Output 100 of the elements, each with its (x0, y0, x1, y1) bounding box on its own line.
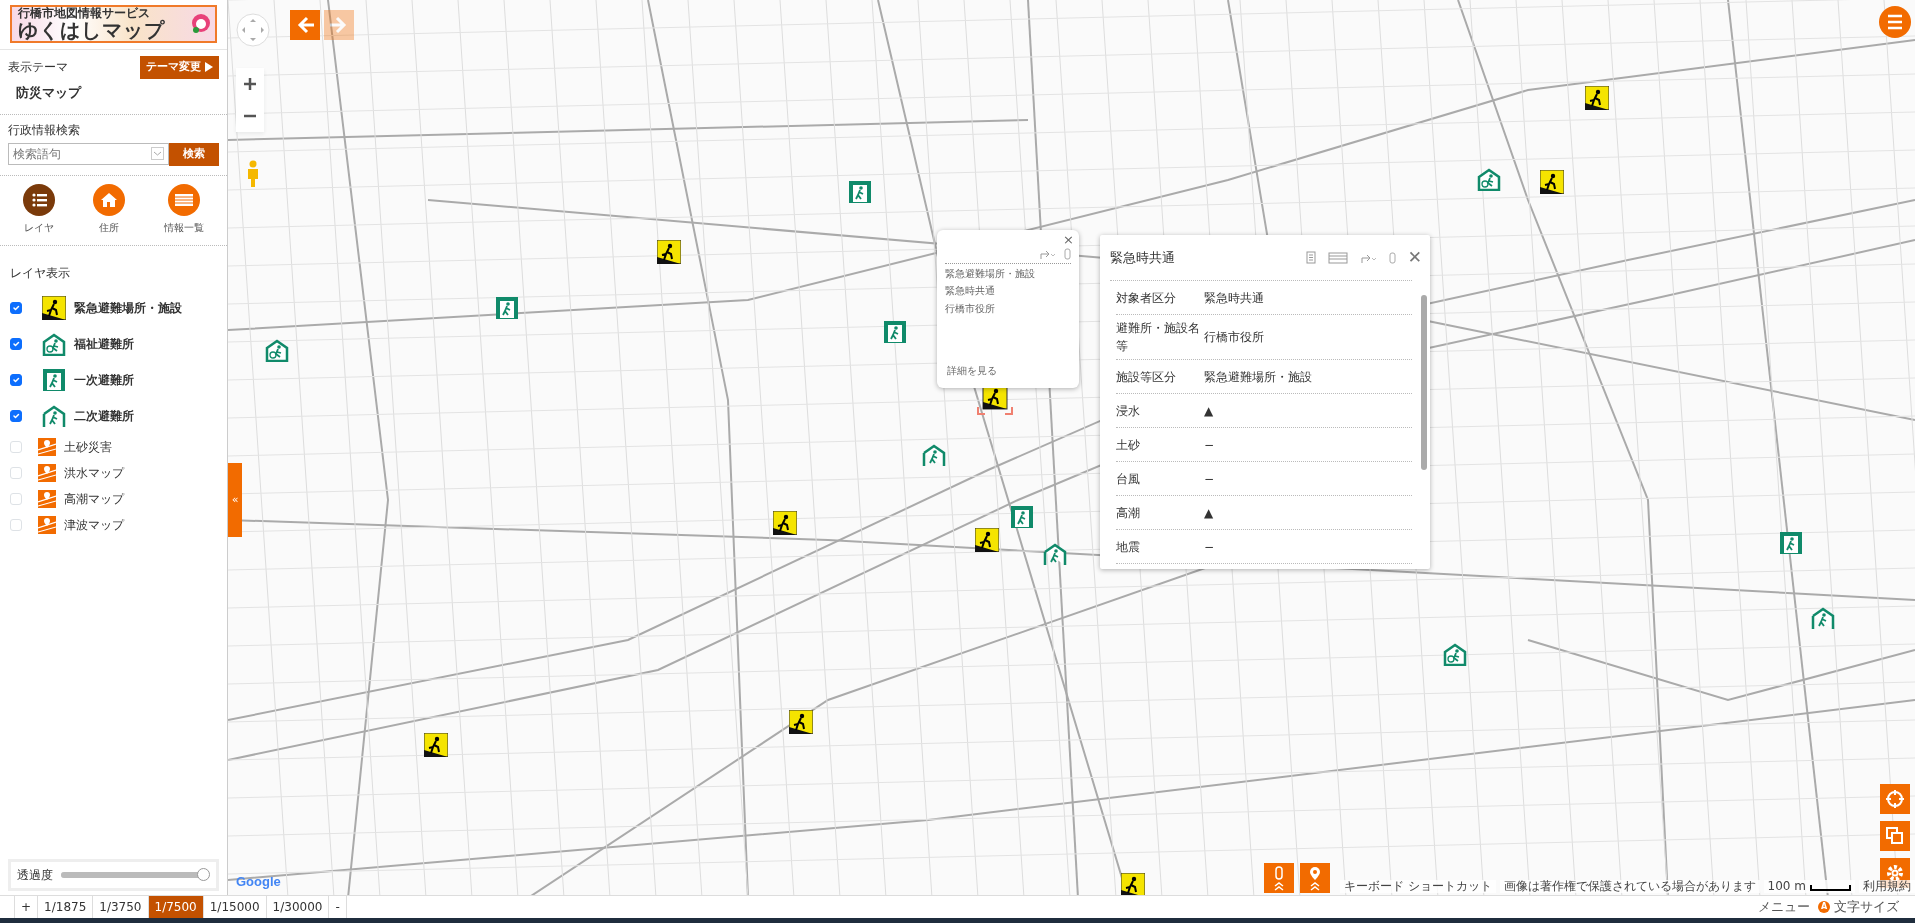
emergency-evacuation-icon (1121, 873, 1145, 895)
paperclip-icon (1272, 865, 1285, 891)
layer-item[interactable]: 洪水マップ (0, 459, 227, 486)
menu-link[interactable]: メニュー (1758, 897, 1810, 917)
emergency-evacuation-icon (42, 295, 66, 320)
theme-change-button[interactable]: テーマ変更 (140, 56, 219, 79)
google-logo: Google (235, 874, 282, 890)
logo-title: ゆくはしマップ (18, 20, 165, 40)
emergency-evacuation-icon (657, 240, 681, 264)
search-field[interactable]: 検索語句 (8, 143, 169, 165)
layer-item[interactable]: 福祉避難所 (0, 325, 227, 362)
paperclip-icon[interactable] (1064, 248, 1071, 260)
shelter-house-icon (42, 403, 66, 428)
exit-door-icon (848, 180, 872, 204)
hazard-map-icon (38, 489, 56, 508)
exit-door-icon (495, 296, 519, 320)
dropdown-icon[interactable] (151, 147, 164, 160)
emergency-evacuation-icon (1585, 86, 1609, 110)
shelter-house-icon (922, 443, 946, 467)
table-icon[interactable] (1327, 251, 1348, 264)
field-label: 浸水 (1116, 402, 1141, 420)
wheelchair-shelter-icon (1477, 167, 1501, 191)
exit-door-icon (1779, 531, 1803, 555)
pan-control-icon[interactable] (236, 13, 270, 47)
field-value: − (1204, 436, 1215, 454)
document-icon[interactable] (1305, 251, 1316, 264)
layer-checkbox[interactable] (10, 301, 22, 314)
field-value: ▲ (1204, 504, 1214, 522)
field-value: 緊急避難場所・施設 (1204, 368, 1312, 386)
zoom-in-button[interactable] (236, 68, 264, 100)
field-label: 施設等区分 (1116, 368, 1177, 386)
opacity-label: 透過度 (17, 867, 53, 884)
locate-icon (1885, 789, 1905, 809)
current-location-button[interactable] (1880, 784, 1910, 814)
layer-item[interactable]: 一次避難所 (0, 361, 227, 398)
theme-name: 防災マップ (16, 83, 83, 102)
house-icon (100, 190, 119, 209)
field-label: 台風 (1116, 470, 1141, 488)
popup-text: 行橋市役所 (945, 301, 996, 316)
scrollbar[interactable] (1421, 295, 1427, 470)
field-label: 避難所・施設名等 (1116, 320, 1201, 355)
popup-close-button[interactable]: × (1063, 230, 1074, 250)
scale-bar: 100 m (1763, 880, 1855, 893)
layer-item[interactable]: 高潮マップ (0, 485, 227, 512)
wheelchair-shelter-icon (1443, 642, 1467, 666)
layer-item[interactable]: 津波マップ (0, 511, 227, 538)
hazard-map-icon (38, 437, 56, 456)
popup-text: 緊急時共通 (945, 284, 996, 299)
opacity-slider[interactable] (61, 870, 210, 880)
emergency-evacuation-icon (975, 528, 999, 552)
detail-close-button[interactable]: ✕ (1407, 244, 1422, 271)
field-value: 行橋市役所 (1204, 329, 1264, 346)
back-button[interactable] (290, 10, 320, 40)
right-arrow-icon (329, 15, 349, 35)
popup-text: 緊急避難場所・施設 (945, 267, 1036, 281)
play-triangle-icon (205, 62, 213, 73)
field-label: 高潮 (1116, 504, 1141, 522)
exit-door-icon (1010, 505, 1034, 529)
font-size-link[interactable]: A 文字サイズ (1818, 897, 1899, 917)
logo-subtitle: 行橋市地図情報サービス (18, 7, 150, 20)
overlap-squares-icon (1885, 826, 1905, 846)
zoom-out-button[interactable] (236, 100, 264, 132)
search-button[interactable]: 検索 (169, 143, 219, 166)
pin-panel-button[interactable] (1299, 863, 1330, 893)
map-attribution[interactable]: キーボード ショートカット (1339, 880, 1496, 893)
layer-checkbox[interactable] (10, 337, 22, 350)
forward-button[interactable] (324, 10, 354, 40)
map-attribution[interactable]: 画像は著作権で保護されている場合があります (1499, 880, 1760, 893)
details-link[interactable]: 詳細を見る (947, 363, 997, 378)
terms-link[interactable]: 利用規約 (1859, 880, 1915, 893)
field-value: − (1204, 538, 1215, 556)
theme-label: 表示テーマ (8, 59, 68, 77)
menu-button[interactable] (1879, 6, 1911, 38)
field-label: 対象者区分 (1116, 289, 1177, 307)
emergency-evacuation-icon (424, 733, 448, 757)
layer-item[interactable]: 土砂災害 (0, 433, 227, 460)
scale-zoom-in-button[interactable]: + (14, 896, 39, 918)
field-value: ▲ (1204, 402, 1214, 420)
share-icon[interactable] (1039, 248, 1056, 260)
left-arrow-icon (295, 15, 315, 35)
scale-button[interactable]: 1/7500 (148, 896, 204, 918)
field-value: − (1204, 470, 1215, 488)
exit-door-icon (883, 320, 907, 344)
layer-checkbox[interactable] (10, 409, 22, 422)
menu-icon (1887, 14, 1903, 30)
map-pin-icon (1308, 865, 1321, 891)
layer-item[interactable]: 緊急避難場所・施設 (0, 289, 227, 326)
map-layer-button[interactable] (1880, 821, 1910, 851)
shelter-house-icon (1043, 542, 1067, 566)
wheelchair-shelter-icon (265, 338, 289, 362)
font-size-badge: A (1818, 901, 1830, 913)
layer-checkbox[interactable] (10, 373, 22, 386)
field-label: 地震 (1116, 538, 1141, 556)
field-value: 緊急時共通 (1204, 289, 1264, 307)
emergency-evacuation-icon (789, 710, 813, 734)
clip-panel-button[interactable] (1263, 863, 1294, 893)
paperclip-icon[interactable] (1388, 251, 1396, 264)
minus-icon (243, 114, 257, 118)
layer-item[interactable]: 二次避難所 (0, 397, 227, 434)
search-label: 行政情報検索 (8, 122, 81, 139)
